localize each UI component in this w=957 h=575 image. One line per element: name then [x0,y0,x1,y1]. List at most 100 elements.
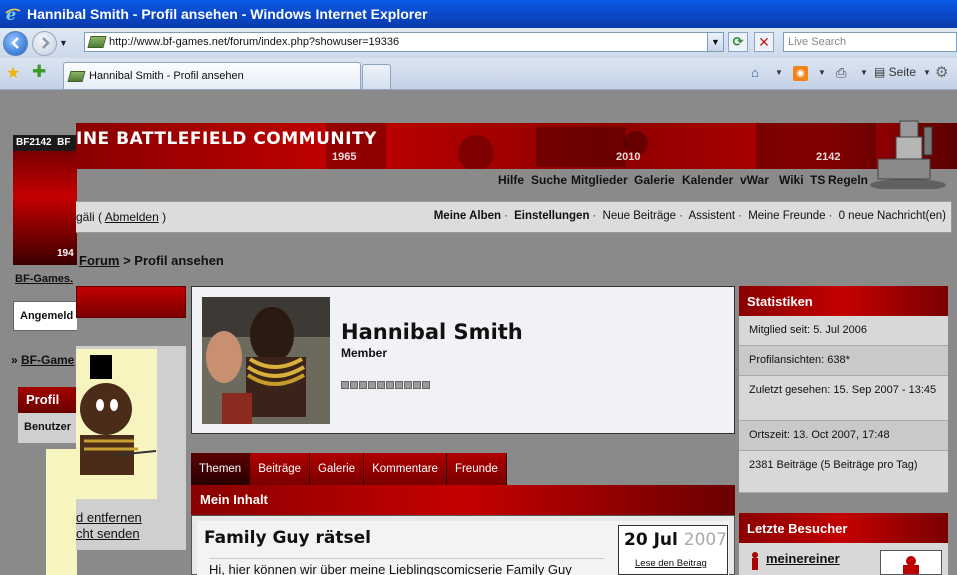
profile-box-header: Profil [18,387,77,413]
nav-link-regeln[interactable]: Regeln [828,173,868,187]
rank-pip [404,381,412,389]
remove-friend-link[interactable]: d entfernen [76,510,142,526]
rank-pips [341,381,430,389]
breadcrumb-current: Profil ansehen [134,253,224,268]
my-friends-link[interactable]: Meine Freunde [748,210,825,222]
address-toolbar: ▼ http://www.bf-games.net/forum/index.ph… [0,28,957,58]
tab-galerie[interactable]: Galerie [310,453,365,485]
feeds-icon[interactable]: ◉ [793,66,808,81]
tab-kommentare[interactable]: Kommentare [364,453,447,485]
tab-toolbar: ★ ✚ Hannibal Smith - Profil ansehen ⌂ ▼ … [0,58,957,90]
nav-link-galerie[interactable]: Galerie [634,173,675,187]
profile-name: Hannibal Smith [341,320,523,344]
user-icon [752,552,758,570]
window-titlebar: e Hannibal Smith - Profil ansehen - Wind… [0,0,957,28]
stop-button[interactable]: ✕ [754,32,774,52]
tools-gear-icon[interactable]: ⚙ [935,63,948,81]
nav-link-suche[interactable]: Suche [531,173,567,187]
forward-button[interactable] [32,30,57,56]
address-bar[interactable]: http://www.bf-games.net/forum/index.php?… [84,32,724,52]
tab-freunde[interactable]: Freunde [446,453,507,485]
nav-link-kalender[interactable]: Kalender [682,173,733,187]
breadcrumb: Forum > Profil ansehen [79,253,224,268]
user-greeting: gäli ( Abmelden ) [76,210,167,224]
bf-games-nav-link[interactable]: » BF-Game [11,353,77,367]
cartoon-avatar-image [76,349,157,499]
print-dropdown-icon[interactable]: ▼ [860,68,868,77]
logout-link[interactable]: Abmelden [105,210,159,224]
send-message-link[interactable]: cht senden [76,526,142,542]
search-placeholder: Live Search [788,36,847,48]
rank-pip [413,381,421,389]
page-icon [87,36,107,48]
left-profile-links: d entfernen cht senden [76,510,142,542]
underlay-year: 194 [57,248,74,259]
user-bar: gäli ( Abmelden ) Meine Alben · Einstellu… [76,201,952,233]
top-navigation: Hilfe Suche Mitglieder Galerie Kalender … [76,169,957,195]
rank-pip [422,381,430,389]
settings-link[interactable]: Einstellungen [514,210,589,222]
home-dropdown-icon[interactable]: ▼ [775,68,783,77]
logged-in-box: Angemeld [13,301,77,331]
favorites-star-icon[interactable]: ★ [6,63,20,83]
tab-page-icon [67,70,86,82]
feeds-dropdown-icon[interactable]: ▼ [818,68,826,77]
read-post-link[interactable]: Lese den Beitrag [635,558,707,569]
nav-link-hilfe[interactable]: Hilfe [498,173,524,187]
page-menu-dropdown-icon[interactable]: ▼ [923,68,931,77]
banner-year: 1965 [332,151,357,163]
new-posts-link[interactable]: Neue Beiträge [603,210,677,222]
user-links: Meine Alben · Einstellungen · Neue Beiträg… [433,210,946,222]
page-menu-button[interactable]: ▤ Seite [874,65,916,79]
nav-link-ts[interactable]: TS [810,173,825,187]
refresh-button[interactable]: ⟳ [728,32,748,52]
tab-themen[interactable]: Themen [191,453,251,485]
visitor-avatar[interactable] [880,550,942,575]
nav-link-mitglieder[interactable]: Mitglieder [571,173,628,187]
rank-pip [368,381,376,389]
forward-arrow-icon [41,37,50,49]
site-banner: INE BATTLEFIELD COMMUNITY 1965 2010 2142 [76,123,957,169]
rank-pip [377,381,385,389]
add-favorite-icon[interactable]: ✚ [32,62,46,82]
statistics-header: Statistiken [739,286,948,316]
topic-title[interactable]: Family Guy rätsel [204,528,371,548]
bf2142-tab[interactable]: BF2142 BF [13,135,77,151]
home-icon[interactable]: ⌂ [751,65,759,80]
visitor-link[interactable]: meinereiner [766,551,840,566]
profile-tabs: Themen Beiträge Galerie Kommentare Freun… [191,453,507,485]
stat-profile-views: Profilansichten: 638* [739,346,948,376]
search-input[interactable]: Live Search [783,32,957,52]
topic-entry: Family Guy rätsel Hi, hier können wir üb… [197,521,729,575]
back-arrow-icon [10,37,19,49]
print-icon[interactable]: ⎙ [836,65,846,81]
profile-rank: Member [341,346,388,360]
browser-tab-active[interactable]: Hannibal Smith - Profil ansehen [63,62,361,89]
my-albums-link[interactable]: Meine Alben [434,210,501,222]
assistant-link[interactable]: Assistent [688,210,735,222]
left-column-header [76,286,186,318]
window-title: Hannibal Smith - Profil ansehen - Window… [27,6,428,22]
nav-link-wiki[interactable]: Wiki [779,173,804,187]
recent-pages-dropdown[interactable]: ▼ [59,38,71,48]
rank-pip [350,381,358,389]
user-label: Benutzer [18,413,77,443]
back-button[interactable] [3,30,28,56]
banner-title: INE BATTLEFIELD COMMUNITY [76,129,377,149]
messages-link[interactable]: 0 neue Nachricht(en) [839,210,946,222]
rank-pip [359,381,367,389]
nav-link-vwar[interactable]: vWar [740,173,769,187]
stat-local-time: Ortszeit: 13. Oct 2007, 17:48 [739,421,948,451]
profile-photo [202,297,330,424]
address-dropdown-icon[interactable]: ▼ [707,33,723,51]
bf-games-link[interactable]: BF-Games. [15,273,73,285]
rank-pip [341,381,349,389]
banner-year: 2142 [816,151,841,163]
address-url[interactable]: http://www.bf-games.net/forum/index.php?… [109,36,399,48]
stat-member-since: Mitglied seit: 5. Jul 2006 [739,316,948,346]
topic-date: 20 Jul 2007 [624,530,728,550]
new-tab-button[interactable] [362,64,391,89]
tab-beitraege[interactable]: Beiträge [250,453,311,485]
breadcrumb-forum-link[interactable]: Forum [79,253,119,268]
underlay-yellow-panel [46,449,77,575]
